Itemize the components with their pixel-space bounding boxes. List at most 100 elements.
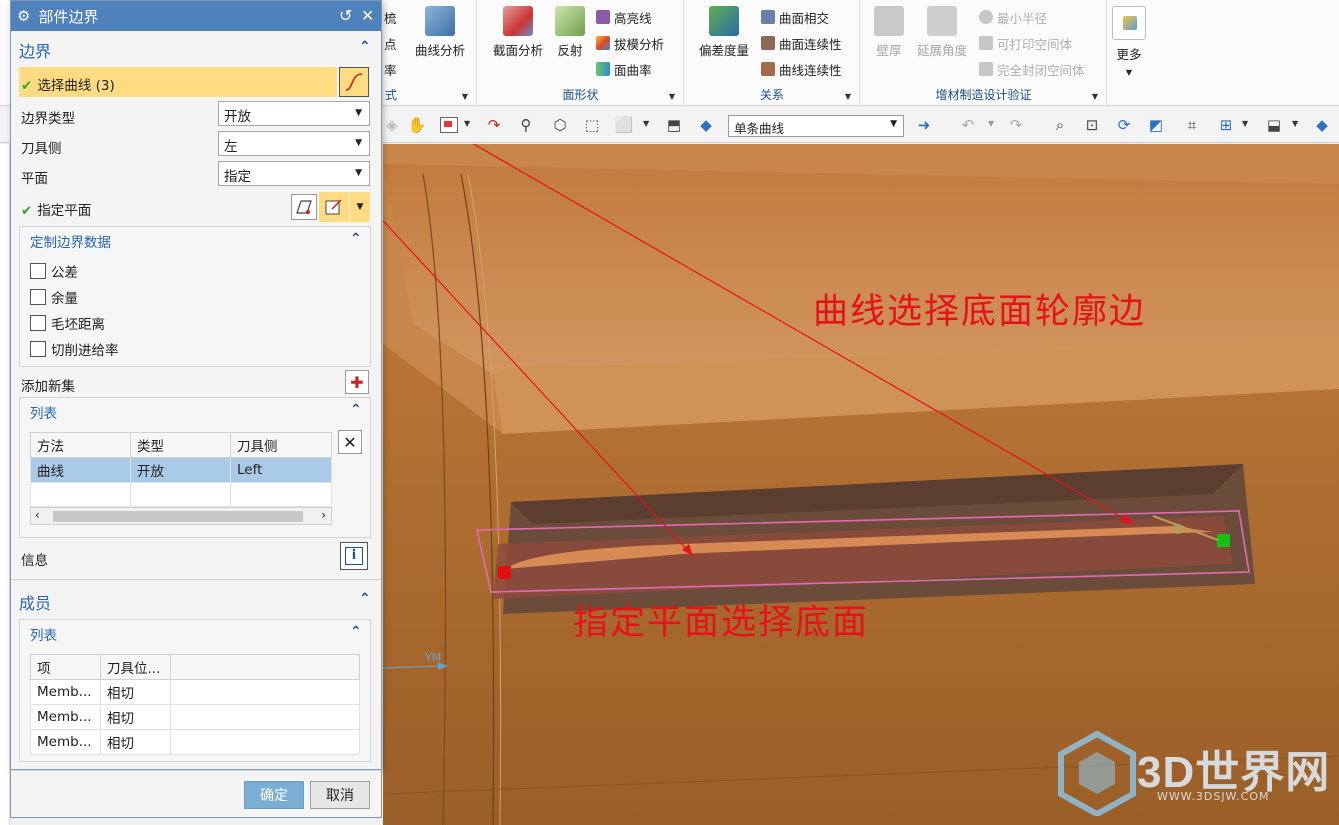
enclosed-space-button[interactable]: 完全封闭空间体 — [979, 58, 1085, 80]
selection-filter-dropdown[interactable]: 单条曲线 ▼ — [728, 115, 904, 137]
chevron-down-icon[interactable]: ▼ — [669, 92, 675, 101]
plane-dropdown[interactable]: 指定 ▼ — [218, 161, 370, 186]
plane-options-chevron-down-icon[interactable]: ▼ — [350, 192, 370, 222]
tool-side-dropdown[interactable]: 左 ▼ — [218, 131, 370, 156]
scroll-left-icon[interactable]: ‹ — [35, 508, 40, 522]
collapse-icon[interactable]: ⌃ — [350, 624, 362, 640]
redo-icon[interactable]: ↷ — [1004, 113, 1028, 137]
curve-analysis-button[interactable]: 曲线分析 — [409, 6, 471, 59]
deviation-gauge-button[interactable]: 偏差度量 — [691, 6, 757, 59]
snap-icon[interactable]: ✋ — [405, 113, 429, 137]
printable-space-icon — [979, 36, 993, 50]
settings-gear-icon[interactable]: ⚙ — [17, 7, 30, 25]
chevron-down-icon[interactable]: ▼ — [462, 92, 468, 101]
undo-icon[interactable]: ↶ — [956, 113, 980, 137]
chevron-down-icon[interactable]: ▼ — [988, 119, 994, 128]
render-style-icon[interactable]: ⬓ — [1262, 113, 1286, 137]
rectangle-select-icon[interactable]: ⬜ — [612, 113, 636, 137]
reflection-button[interactable]: 反射 — [552, 6, 588, 59]
rotate-icon[interactable]: ⟳ — [1112, 113, 1136, 137]
face-curvature-button[interactable]: 面曲率 — [596, 58, 652, 80]
ok-button[interactable]: 确定 — [244, 781, 304, 809]
blank-distance-checkbox[interactable]: 毛坯距离 — [30, 313, 105, 333]
scrollbar-thumb[interactable] — [53, 511, 303, 522]
chevron-down-icon[interactable]: ▼ — [1242, 119, 1248, 128]
ribbon-partial-item-3[interactable]: 率 — [384, 58, 397, 80]
curve-rule-icon[interactable]: ↷ — [482, 113, 506, 137]
draft-analysis-button[interactable]: 拔模分析 — [596, 32, 664, 54]
fit-view-icon[interactable]: ⊞ — [1214, 113, 1238, 137]
cube-select-icon[interactable]: ⬚ — [580, 113, 604, 137]
ribbon-partial-item-1[interactable]: 梳 — [384, 6, 397, 28]
pan-icon[interactable]: ◩ — [1144, 113, 1168, 137]
plane-dialog-icon[interactable] — [291, 194, 317, 220]
select-box-icon[interactable] — [437, 113, 461, 137]
chevron-down-icon[interactable]: ▼ — [464, 119, 470, 128]
curve-continuity-button[interactable]: 曲线连续性 — [761, 58, 842, 80]
ribbon-partial-item-2[interactable]: 点 — [384, 32, 397, 54]
chevron-down-icon[interactable]: ▼ — [1292, 119, 1298, 128]
chevron-down-icon[interactable]: ▼ — [845, 92, 851, 101]
table-cell: 曲线 — [30, 457, 131, 483]
delete-icon[interactable]: ✕ — [338, 430, 362, 454]
scroll-right-icon[interactable]: › — [321, 508, 326, 522]
wall-thickness-button[interactable]: 壁厚 — [869, 6, 909, 59]
cancel-button[interactable]: 取消 — [310, 781, 370, 809]
part-icon[interactable]: ⬒ — [662, 113, 686, 137]
column-header[interactable]: 刀具侧 — [230, 432, 332, 458]
stock-checkbox[interactable]: 余量 — [30, 287, 78, 307]
table-row[interactable]: Memb... 相切 — [30, 704, 360, 730]
section-analysis-button[interactable]: 截面分析 — [486, 6, 550, 59]
add-set-icon[interactable]: ✚ — [345, 370, 369, 394]
table-row[interactable]: 曲线 开放 Left — [30, 457, 332, 483]
column-header[interactable]: 刀具位... — [100, 654, 171, 680]
connected-curves-icon[interactable]: ⚲ — [514, 113, 538, 137]
printable-space-button[interactable]: 可打印空间体 — [979, 32, 1072, 54]
cut-feed-rate-checkbox[interactable]: 切削进给率 — [30, 339, 119, 359]
chevron-down-icon[interactable]: ▼ — [643, 119, 649, 128]
checkbox-box — [30, 289, 46, 305]
dialog-title-bar[interactable]: ⚙ 部件边界 ↺ ✕ — [11, 1, 381, 31]
boundary-type-dropdown[interactable]: 开放 ▼ — [218, 101, 370, 126]
table-row-empty — [30, 482, 332, 507]
collapse-icon[interactable]: ⌃ — [350, 402, 362, 418]
plane-select-icon[interactable] — [319, 192, 349, 222]
collapse-icon[interactable]: ⌃ — [359, 591, 371, 607]
curve-select-icon[interactable] — [339, 67, 369, 97]
hexagon-icon[interactable]: ⬡ — [548, 113, 572, 137]
horizontal-scrollbar[interactable]: ‹ › — [30, 507, 332, 525]
extend-angle-button[interactable]: 延展角度 — [911, 6, 973, 59]
zoom-fit-icon[interactable]: ⌕ — [1048, 113, 1072, 137]
orient-view-icon[interactable]: ⌗ — [1180, 113, 1204, 137]
column-header[interactable]: 项 — [30, 654, 101, 680]
collapse-icon[interactable]: ⌃ — [350, 231, 362, 247]
highlight-lines-button[interactable]: 高亮线 — [596, 6, 652, 28]
filter-icon[interactable]: ◈ — [380, 113, 404, 137]
chevron-down-icon[interactable]: ▼ — [1092, 92, 1098, 101]
zoom-window-icon[interactable]: ⊡ — [1080, 113, 1104, 137]
face-intersect-button[interactable]: 曲面相交 — [761, 6, 829, 28]
table-row[interactable]: Memb... 相切 — [30, 729, 360, 755]
info-icon[interactable]: i — [340, 542, 368, 570]
column-header[interactable]: 类型 — [130, 432, 231, 458]
face-continuity-button[interactable]: 曲面连续性 — [761, 32, 842, 54]
shaded-cube-icon[interactable]: ◆ — [1310, 113, 1334, 137]
table-cell: Left — [230, 457, 332, 483]
more-button[interactable]: 更多 ▼ — [1111, 6, 1147, 78]
members-list-header[interactable]: 列表 — [30, 624, 57, 644]
check-icon: ✔ — [21, 203, 33, 219]
graphics-viewport[interactable]: 曲线选择底面轮廓边 指定平面选择底面 YM 3D世界网 WWW.3DSJW.CO… — [383, 144, 1339, 825]
custom-boundary-data-header[interactable]: 定制边界数据 — [30, 231, 111, 251]
table-row[interactable]: Memb... 相切 — [30, 679, 360, 705]
body-icon[interactable]: ◆ — [694, 113, 718, 137]
boundary-list-header[interactable]: 列表 — [30, 402, 57, 422]
close-icon[interactable]: ✕ — [361, 6, 374, 25]
collapse-icon[interactable]: ⌃ — [359, 39, 371, 55]
tolerance-checkbox[interactable]: 公差 — [30, 261, 78, 281]
column-header[interactable]: 方法 — [30, 432, 131, 458]
reset-icon[interactable]: ↺ — [339, 6, 352, 25]
min-radius-button[interactable]: 最小半径 — [979, 6, 1047, 28]
section-header-members[interactable]: 成员 — [19, 590, 51, 614]
arrow-right-icon[interactable]: ➜ — [912, 113, 936, 137]
section-header-boundary[interactable]: 边界 — [19, 38, 51, 62]
